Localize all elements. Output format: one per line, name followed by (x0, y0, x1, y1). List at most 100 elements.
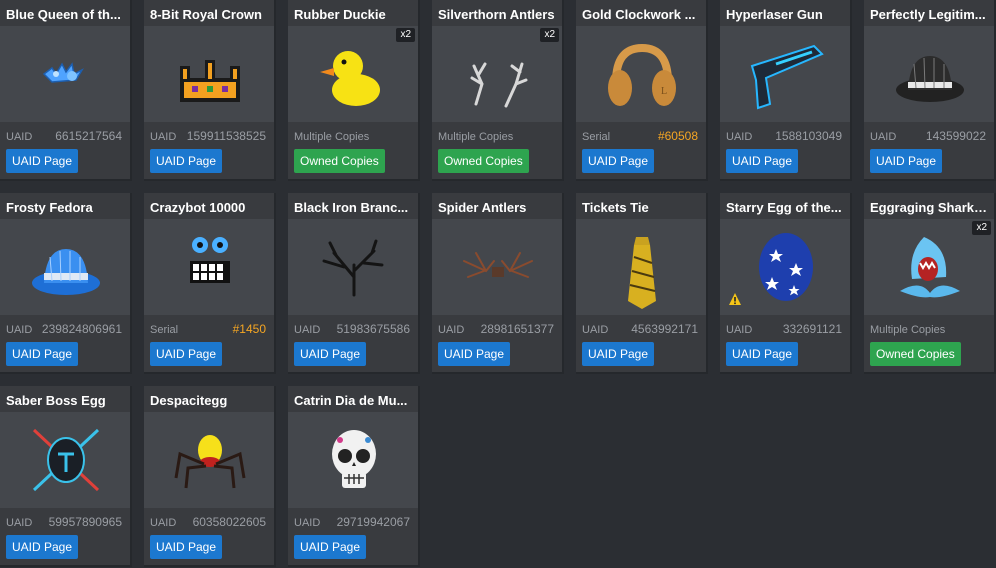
item-card[interactable]: Starry Egg of the... UAID 332691121 UAID Pa… (720, 193, 852, 374)
uaid-page-button[interactable]: UAID Page (726, 342, 799, 366)
uaid-page-button[interactable]: UAID Page (150, 149, 223, 173)
item-meta-label: UAID (6, 324, 33, 336)
uaid-value: 59957890965 (48, 515, 122, 529)
item-meta-label: Multiple Copies (294, 131, 370, 143)
item-card[interactable]: Gold Clockwork ... L Serial #60508 UAID Page (576, 0, 708, 181)
robot-face-icon (190, 237, 230, 283)
item-thumbnail[interactable] (720, 26, 850, 122)
item-name[interactable]: Spider Antlers (438, 199, 556, 217)
skull-icon (332, 430, 376, 488)
headphones-icon: L (608, 43, 676, 106)
item-thumbnail[interactable] (288, 412, 418, 508)
item-name[interactable]: Tickets Tie (582, 199, 700, 217)
item-card[interactable]: Saber Boss Egg UAID 59957890965 UAID Page (0, 386, 132, 567)
item-name[interactable]: 8-Bit Royal Crown (150, 6, 268, 24)
uaid-page-button[interactable]: UAID Page (150, 342, 223, 366)
uaid-page-button[interactable]: UAID Page (870, 149, 943, 173)
uaid-page-button[interactable]: UAID Page (6, 149, 79, 173)
uaid-value: 51983675586 (336, 322, 410, 336)
copies-badge: x2 (396, 28, 415, 42)
item-card[interactable]: 8-Bit Royal Crown UAID 159911538525 UAID Pa… (144, 0, 276, 181)
item-name[interactable]: Catrin Dia de Mu... (294, 392, 412, 410)
owned-copies-button[interactable]: Owned Copies (870, 342, 961, 366)
owned-copies-button[interactable]: Owned Copies (294, 149, 385, 173)
item-name[interactable]: Rubber Duckie (294, 6, 412, 24)
branches-icon (322, 239, 384, 297)
item-card[interactable]: Hyperlaser Gun UAID 1588103049 UAID Page (720, 0, 852, 181)
item-card[interactable]: Perfectly Legitim... UAID 143599022 UAID Pa… (864, 0, 996, 181)
item-meta-label: UAID (294, 517, 321, 529)
item-thumbnail[interactable]: L (576, 26, 706, 122)
item-card[interactable]: Frosty Fedora UAID 239824806961 UAID Page (0, 193, 132, 374)
item-name[interactable]: Black Iron Branc... (294, 199, 412, 217)
item-thumbnail[interactable] (432, 219, 562, 315)
copies-badge: x2 (972, 221, 991, 235)
item-thumbnail[interactable] (288, 219, 418, 315)
item-name[interactable]: Hyperlaser Gun (726, 6, 844, 24)
item-card[interactable]: Blue Queen of th... UAID 6615217564 UAID Pa… (0, 0, 132, 181)
item-card[interactable]: Catrin Dia de Mu... UAID 29719942067 UAID P… (288, 386, 420, 567)
inventory-grid: Blue Queen of th... UAID 6615217564 UAID Pa… (0, 0, 996, 568)
serial-number: #60508 (657, 129, 698, 143)
item-name[interactable]: Crazybot 10000 (150, 199, 268, 217)
uaid-value: 159911538525 (186, 129, 266, 143)
item-card[interactable]: Black Iron Branc... UAID 51983675586 UAID P… (288, 193, 420, 374)
item-meta-label: Serial (150, 324, 179, 336)
uaid-value: 60358022605 (192, 515, 266, 529)
item-thumbnail[interactable] (864, 26, 994, 122)
item-meta-label: UAID (150, 131, 177, 143)
item-card[interactable]: Crazybot 10000 Serial #1450 UAID Page (144, 193, 276, 374)
uaid-page-button[interactable]: UAID Page (582, 149, 655, 173)
uaid-page-button[interactable]: UAID Page (150, 535, 223, 559)
item-name[interactable]: Starry Egg of the... (726, 199, 844, 217)
svg-text:L: L (661, 86, 667, 97)
uaid-value: 332691121 (782, 322, 842, 336)
item-card[interactable]: Despacitegg UAID 60358022605 UAID Page (144, 386, 276, 567)
item-name[interactable]: Silverthorn Antlers (438, 6, 556, 24)
uaid-page-button[interactable]: UAID Page (294, 535, 367, 559)
item-card[interactable]: Eggraging Shark ... x2 Multiple Copies Owne… (864, 193, 996, 374)
saber-egg-icon (32, 428, 100, 492)
item-name[interactable]: Perfectly Legitim... (870, 6, 988, 24)
item-thumbnail[interactable] (144, 26, 274, 122)
uaid-page-button[interactable]: UAID Page (6, 535, 79, 559)
item-meta-label: UAID (6, 517, 33, 529)
item-meta-label: UAID (438, 324, 465, 336)
item-card[interactable]: Silverthorn Antlers x2 Multiple Copies Owne… (432, 0, 564, 181)
uaid-value: 1588103049 (775, 129, 842, 143)
item-meta-label: Multiple Copies (438, 131, 514, 143)
uaid-value: 28981651377 (480, 322, 554, 336)
item-thumbnail[interactable] (144, 219, 274, 315)
tie-icon (628, 237, 656, 309)
item-meta-label: UAID (150, 517, 177, 529)
item-name[interactable]: Blue Queen of th... (6, 6, 124, 24)
item-card[interactable]: Spider Antlers UAID 28981651377 UAID Page (432, 193, 564, 374)
uaid-value: 143599022 (925, 129, 986, 143)
item-thumbnail[interactable] (0, 26, 130, 122)
item-card[interactable]: Tickets Tie UAID 4563992171 UAID Page (576, 193, 708, 374)
item-thumbnail[interactable] (0, 412, 130, 508)
laser-gun-icon (750, 44, 824, 110)
item-meta-label: Serial (582, 131, 611, 143)
item-card[interactable]: Rubber Duckie x2 Multiple Copies Owned Copi… (288, 0, 420, 181)
fedora-black-icon (896, 56, 964, 102)
serial-number: #1450 (232, 322, 266, 336)
copies-badge: x2 (540, 28, 559, 42)
item-name[interactable]: Frosty Fedora (6, 199, 124, 217)
item-name[interactable]: Saber Boss Egg (6, 392, 124, 410)
item-name[interactable]: Eggraging Shark ... (870, 199, 988, 217)
uaid-page-button[interactable]: UAID Page (438, 342, 511, 366)
fedora-blue-icon (32, 249, 100, 295)
item-meta-label: UAID (582, 324, 609, 336)
uaid-page-button[interactable]: UAID Page (726, 149, 799, 173)
item-thumbnail[interactable] (0, 219, 130, 315)
item-name[interactable]: Gold Clockwork ... (582, 6, 700, 24)
owned-copies-button[interactable]: Owned Copies (438, 149, 529, 173)
warning-icon (728, 292, 742, 306)
uaid-page-button[interactable]: UAID Page (582, 342, 655, 366)
item-name[interactable]: Despacitegg (150, 392, 268, 410)
uaid-page-button[interactable]: UAID Page (294, 342, 367, 366)
item-thumbnail[interactable] (576, 219, 706, 315)
item-thumbnail[interactable] (144, 412, 274, 508)
uaid-page-button[interactable]: UAID Page (6, 342, 79, 366)
